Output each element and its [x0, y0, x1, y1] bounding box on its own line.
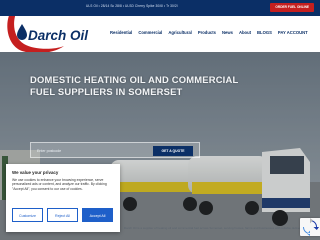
darch-oil-logo[interactable]: Darch Oil: [4, 16, 96, 54]
logo-text: Darch Oil: [28, 28, 88, 43]
reject-all-button[interactable]: Reject All: [47, 208, 78, 222]
get-a-quote-button[interactable]: GET A QUOTE: [153, 146, 193, 156]
nav-item-pay-account[interactable]: PAY ACCOUNT: [278, 30, 308, 35]
nav-item-residential[interactable]: Residential: [110, 30, 132, 35]
cookie-text: We use cookies to enhance your browsing …: [12, 178, 107, 191]
hero-title: DOMESTIC HEATING OIL AND COMMERCIAL FUEL…: [30, 74, 239, 97]
accept-all-button[interactable]: Accept All: [82, 208, 113, 222]
nav-item-products[interactable]: Products: [198, 30, 216, 35]
quote-form: GET A QUOTE: [30, 142, 200, 158]
nav-item-news[interactable]: News: [222, 30, 233, 35]
nav-item-commercial[interactable]: Commercial: [138, 30, 162, 35]
postcode-input[interactable]: [37, 146, 137, 156]
cookie-actions: Customize Reject All Accept All: [12, 208, 113, 222]
recaptcha-badge[interactable]: [300, 218, 320, 236]
main-nav: Residential Commercial Agricultural Prod…: [110, 30, 308, 35]
price-ticker: ULS Oil • 28/14 Sc 28/8 • ULSD Cherry Sp…: [86, 4, 178, 8]
order-fuel-online-button[interactable]: ORDER FUEL ONLINE: [270, 3, 314, 12]
cookie-title: We value your privacy: [12, 170, 59, 175]
top-bar: ULS Oil • 28/14 Sc 28/8 • ULSD Cherry Sp…: [0, 0, 320, 16]
nav-item-blogs[interactable]: BLOGS: [257, 30, 272, 35]
nav-item-agricultural[interactable]: Agricultural: [168, 30, 192, 35]
logo-drop: [17, 24, 27, 40]
site-header: Darch Oil Residential Commercial Agricul…: [0, 16, 320, 54]
recaptcha-icon: [303, 218, 319, 236]
cookie-banner: We value your privacy We use cookies to …: [6, 164, 120, 232]
customize-button[interactable]: Customize: [12, 208, 43, 222]
intro-text: Darch Oil is a supplier of heating oil a…: [124, 226, 306, 230]
nav-item-about[interactable]: About: [239, 30, 251, 35]
